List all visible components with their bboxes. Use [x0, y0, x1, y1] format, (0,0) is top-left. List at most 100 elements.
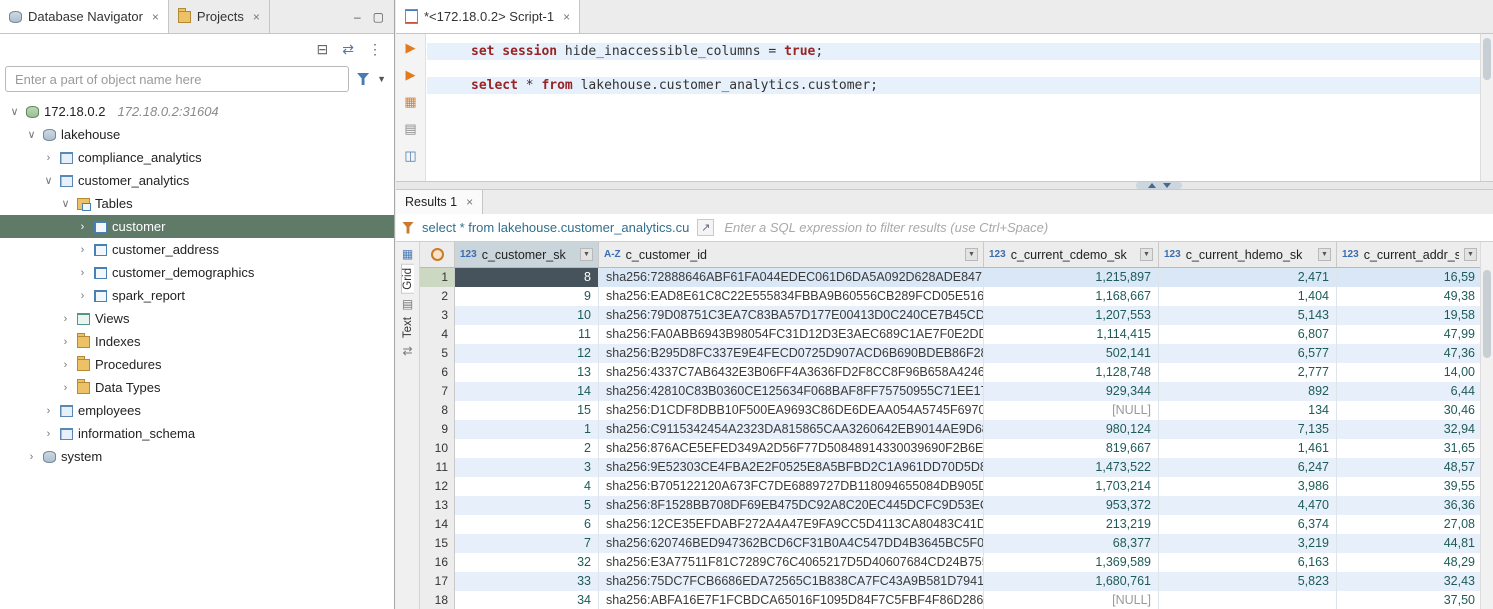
maximize-icon[interactable]: ▢ — [373, 10, 384, 24]
tree-item-customer[interactable]: ›customer — [0, 215, 394, 238]
script-log-icon[interactable]: ▤ — [404, 122, 416, 136]
cell-c_current_cdemo_sk[interactable]: 213,219 — [984, 515, 1159, 534]
tree-item-information-schema[interactable]: ›information_schema — [0, 422, 394, 445]
chevron-right-icon[interactable]: › — [59, 359, 72, 371]
expand-filter-icon[interactable]: ↗ — [697, 219, 714, 236]
cell-c_current_cdemo_sk[interactable]: 1,114,415 — [984, 325, 1159, 344]
filter-funnel-icon[interactable] — [357, 73, 369, 85]
cell-c_customer_id[interactable]: sha256:B295D8FC337E9E4FECD0725D907ACD6B6… — [599, 344, 984, 363]
cell-c_customer_id[interactable]: sha256:4337C7AB6432E3B06FF4A3636FD2F8CC8… — [599, 363, 984, 382]
filter-query-text[interactable]: select * from lakehouse.customer_analyti… — [422, 220, 689, 235]
column-filter-button[interactable]: ▼ — [1318, 248, 1331, 261]
cell-c_current_hdemo_sk[interactable]: 1,404 — [1159, 287, 1337, 306]
column-header-c_current_cdemo_sk[interactable]: 123c_current_cdemo_sk▼ — [984, 242, 1159, 267]
editor-scrollbar[interactable] — [1480, 34, 1493, 181]
chevron-right-icon[interactable]: › — [42, 405, 55, 417]
cell-c_customer_sk[interactable]: 11 — [455, 325, 599, 344]
cell-c_customer_sk[interactable]: 1 — [455, 420, 599, 439]
row-number-cell[interactable]: 12 — [420, 477, 455, 496]
close-icon[interactable]: × — [563, 10, 570, 24]
tree-item-indexes[interactable]: ›Indexes — [0, 330, 394, 353]
chevron-down-icon[interactable]: ▼ — [377, 74, 386, 84]
row-number-cell[interactable]: 8 — [420, 401, 455, 420]
table-row[interactable]: 714sha256:42810C83B0360CE125634F068BAF8F… — [420, 382, 1493, 401]
cell-c_current_cdemo_sk[interactable]: [NULL] — [984, 401, 1159, 420]
cell-c_current_cdemo_sk[interactable]: 1,680,761 — [984, 572, 1159, 591]
row-number-cell[interactable]: 16 — [420, 553, 455, 572]
cell-c_current_cdemo_sk[interactable]: 980,124 — [984, 420, 1159, 439]
tree-item-compliance-analytics[interactable]: ›compliance_analytics — [0, 146, 394, 169]
cell-c_customer_id[interactable]: sha256:42810C83B0360CE125634F068BAF8FF75… — [599, 382, 984, 401]
chevron-right-icon[interactable]: › — [76, 290, 89, 302]
collapse-all-icon[interactable]: ⊟ — [317, 41, 329, 58]
chevron-right-icon[interactable]: › — [76, 267, 89, 279]
sql-line[interactable]: set session hide_inaccessible_columns = … — [427, 43, 1480, 60]
cell-c_current_hdemo_sk[interactable]: 1,461 — [1159, 439, 1337, 458]
table-row[interactable]: 310sha256:79D08751C3EA7C83BA57D177E00413… — [420, 306, 1493, 325]
explain-plan-icon[interactable]: ▦ — [404, 95, 416, 109]
table-row[interactable]: 1834sha256:ABFA16E7F1FCBDCA65016F1095D84… — [420, 591, 1493, 609]
sash-handle[interactable] — [1136, 182, 1182, 189]
tab-database-navigator[interactable]: Database Navigator × — [0, 0, 169, 33]
cell-c_current_addr_sk[interactable]: 31,65 — [1337, 439, 1483, 458]
cell-c_customer_sk[interactable]: 7 — [455, 534, 599, 553]
cell-c_current_hdemo_sk[interactable]: 892 — [1159, 382, 1337, 401]
cell-c_current_addr_sk[interactable]: 36,36 — [1337, 496, 1483, 515]
cell-c_customer_sk[interactable]: 9 — [455, 287, 599, 306]
close-icon[interactable]: × — [253, 10, 260, 24]
column-header-c_customer_sk[interactable]: 123c_customer_sk▼ — [455, 242, 599, 267]
tab-grid[interactable]: Grid — [401, 264, 414, 294]
row-number-cell[interactable]: 1 — [420, 268, 455, 287]
cell-c_current_cdemo_sk[interactable]: 502,141 — [984, 344, 1159, 363]
sql-line[interactable]: select * from lakehouse.customer_analyti… — [427, 77, 1480, 94]
cell-c_current_cdemo_sk[interactable]: 1,703,214 — [984, 477, 1159, 496]
tree-item-lakehouse[interactable]: ∨lakehouse — [0, 123, 394, 146]
cell-c_customer_id[interactable]: sha256:ABFA16E7F1FCBDCA65016F1095D84F7C5… — [599, 591, 984, 609]
cell-c_customer_id[interactable]: sha256:876ACE5EFED349A2D56F77D5084891433… — [599, 439, 984, 458]
cell-c_current_hdemo_sk[interactable] — [1159, 591, 1337, 609]
cell-c_current_addr_sk[interactable]: 48,57 — [1337, 458, 1483, 477]
cell-c_current_addr_sk[interactable]: 14,00 — [1337, 363, 1483, 382]
tree-item-procedures[interactable]: ›Procedures — [0, 353, 394, 376]
cell-c_current_cdemo_sk[interactable]: 1,473,522 — [984, 458, 1159, 477]
cell-c_current_hdemo_sk[interactable]: 6,247 — [1159, 458, 1337, 477]
table-row[interactable]: 124sha256:B705122120A673FC7DE6889727DB11… — [420, 477, 1493, 496]
cell-c_current_hdemo_sk[interactable]: 6,577 — [1159, 344, 1337, 363]
cell-c_current_cdemo_sk[interactable]: 929,344 — [984, 382, 1159, 401]
cell-c_current_addr_sk[interactable]: 44,81 — [1337, 534, 1483, 553]
cell-c_customer_id[interactable]: sha256:C9115342454A2323DA815865CAA326064… — [599, 420, 984, 439]
filter-expression-input[interactable] — [722, 219, 1487, 236]
minimize-icon[interactable]: – — [354, 10, 361, 24]
cell-c_current_addr_sk[interactable]: 39,55 — [1337, 477, 1483, 496]
sql-code-area[interactable]: set session hide_inaccessible_columns = … — [427, 34, 1480, 181]
table-row[interactable]: 91sha256:C9115342454A2323DA815865CAA3260… — [420, 420, 1493, 439]
row-number-cell[interactable]: 11 — [420, 458, 455, 477]
table-row[interactable]: 29sha256:EAD8E61C8C22E555834FBBA9B60556C… — [420, 287, 1493, 306]
table-row[interactable]: 146sha256:12CE35EFDABF272A4A47E9FA9CC5D4… — [420, 515, 1493, 534]
row-number-cell[interactable]: 13 — [420, 496, 455, 515]
cell-c_customer_id[interactable]: sha256:75DC7FCB6686EDA72565C1B838CA7FC43… — [599, 572, 984, 591]
tree-item-customer-address[interactable]: ›customer_address — [0, 238, 394, 261]
chevron-down-icon[interactable]: ∨ — [8, 105, 21, 118]
cell-c_customer_id[interactable]: sha256:620746BED947362BCD6CF31B0A4C547DD… — [599, 534, 984, 553]
row-number-cell[interactable]: 6 — [420, 363, 455, 382]
minimize-down-icon[interactable] — [1163, 183, 1171, 188]
row-number-cell[interactable]: 7 — [420, 382, 455, 401]
chevron-right-icon[interactable]: › — [76, 221, 89, 233]
cell-c_current_addr_sk[interactable]: 47,36 — [1337, 344, 1483, 363]
cell-c_customer_sk[interactable]: 12 — [455, 344, 599, 363]
chevron-right-icon[interactable]: › — [25, 451, 38, 463]
cell-c_current_hdemo_sk[interactable]: 5,143 — [1159, 306, 1337, 325]
cell-c_current_addr_sk[interactable]: 16,59 — [1337, 268, 1483, 287]
chevron-right-icon[interactable]: › — [59, 313, 72, 325]
chevron-right-icon[interactable]: › — [59, 382, 72, 394]
tree-item-customer-demographics[interactable]: ›customer_demographics — [0, 261, 394, 284]
sql-line[interactable] — [427, 60, 1480, 77]
table-row[interactable]: 1632sha256:E3A77511F81C7289C76C4065217D5… — [420, 553, 1493, 572]
tree-item-172.18.0.2[interactable]: ∨172.18.0.2172.18.0.2:31604 — [0, 100, 394, 123]
tree-item-spark-report[interactable]: ›spark_report — [0, 284, 394, 307]
cell-c_customer_sk[interactable]: 6 — [455, 515, 599, 534]
overflow-menu-icon[interactable]: ⋮ — [368, 41, 382, 58]
cell-c_current_addr_sk[interactable]: 48,29 — [1337, 553, 1483, 572]
execute-statement-icon[interactable]: ▶ — [406, 41, 416, 55]
